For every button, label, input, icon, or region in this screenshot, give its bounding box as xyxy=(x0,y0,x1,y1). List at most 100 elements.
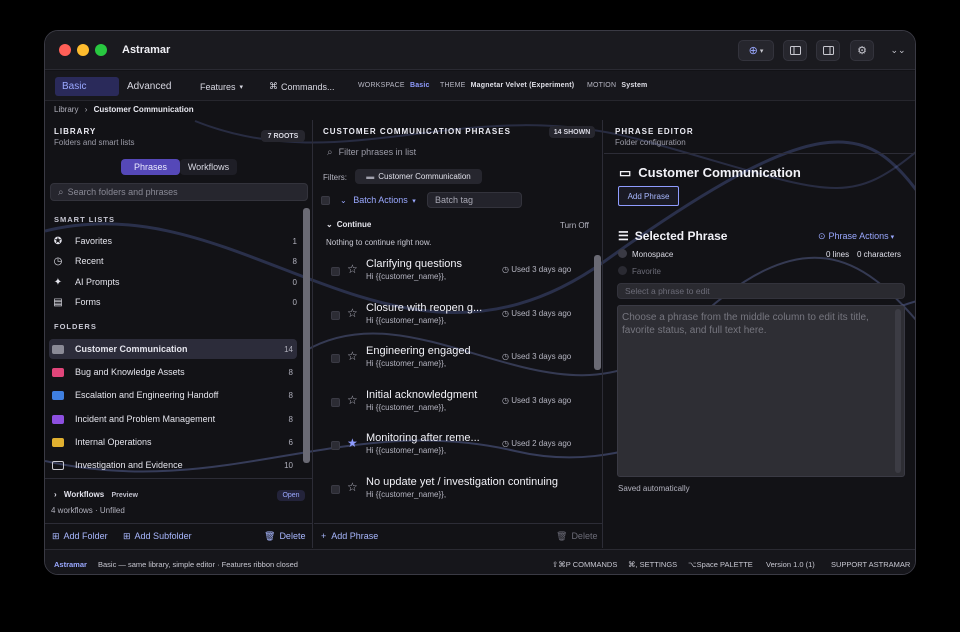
zoom-window-button[interactable] xyxy=(95,44,107,56)
smart-list-ai-prompts[interactable]: ✦ AI Prompts 0 xyxy=(45,272,297,292)
select-all-checkbox[interactable] xyxy=(321,196,330,205)
breadcrumb-root[interactable]: Library xyxy=(54,105,78,114)
add-folder-button[interactable]: ⊞ Add Folder xyxy=(52,531,108,542)
smart-list-recent[interactable]: ◷ Recent 8 xyxy=(45,251,297,271)
folder-item-internal-operations[interactable]: Internal Operations 6 xyxy=(45,432,293,452)
phrase-filter-field[interactable]: ⌕ Filter phrases in list xyxy=(320,143,594,161)
folder-icon xyxy=(52,414,64,424)
add-phrase-button[interactable]: + Add Phrase xyxy=(321,531,378,541)
toggle-inspector-button[interactable] xyxy=(816,40,840,61)
command-key-icon: ⌘ xyxy=(269,81,278,91)
add-folder-label: Add Folder xyxy=(63,531,108,541)
folder-item-incident[interactable]: Incident and Problem Management 8 xyxy=(45,409,293,429)
minimize-window-button[interactable] xyxy=(77,44,89,56)
footer-support[interactable]: SUPPORT ASTRAMAR xyxy=(831,560,910,569)
commands-button[interactable]: ⌘ Commands... xyxy=(262,77,342,96)
footer-commands[interactable]: ⇧⌘P COMMANDS xyxy=(552,560,617,569)
editor-add-phrase-button[interactable]: Add Phrase xyxy=(618,186,679,206)
delete-phrase-label: Delete xyxy=(571,531,598,541)
continue-label: Continue xyxy=(336,220,372,229)
folder-item-escalation[interactable]: Escalation and Engineering Handoff 8 xyxy=(45,385,293,405)
library-search-field[interactable]: ⌕ Search folders and phrases xyxy=(50,183,308,201)
star-outline-icon[interactable]: ☆ xyxy=(347,480,358,494)
workflows-disclosure[interactable]: › Workflows Preview xyxy=(54,490,138,499)
folder-heading: ▭ Customer Communication xyxy=(619,165,801,181)
clock-icon: ◷ xyxy=(502,352,512,361)
folder-item-investigation[interactable]: Investigation and Evidence 10 xyxy=(45,455,293,475)
workflows-open-button[interactable]: Open xyxy=(277,490,305,501)
features-label: Features xyxy=(200,81,236,92)
phrase-checkbox[interactable] xyxy=(331,354,340,363)
phrase-checkbox[interactable] xyxy=(331,311,340,320)
smart-list-count: 1 xyxy=(292,236,297,246)
star-outline-icon[interactable]: ☆ xyxy=(347,349,358,363)
phrase-actions-menu[interactable]: ⊙ Phrase Actions ▾ xyxy=(818,231,894,242)
editor-scrollbar[interactable] xyxy=(895,309,901,473)
toggle-sidebar-button[interactable] xyxy=(783,40,807,61)
phrase-list-scrollbar[interactable] xyxy=(594,255,601,370)
batch-actions-menu[interactable]: ⌄ Batch Actions ▾ xyxy=(340,195,416,205)
settings-button[interactable]: ⚙ xyxy=(850,40,874,61)
phrase-used-text: Used 2 days ago xyxy=(511,439,572,448)
turn-off-button[interactable]: Turn Off xyxy=(560,221,589,230)
folder-item-bug-knowledge[interactable]: Bug and Knowledge Assets 8 xyxy=(45,362,293,382)
smart-list-label: AI Prompts xyxy=(75,277,120,287)
phrase-checkbox[interactable] xyxy=(331,441,340,450)
folder-label: Customer Communication xyxy=(75,344,188,354)
filter-chip[interactable]: ▬ Customer Communication xyxy=(355,169,482,184)
phrase-used: ◷ Used 2 days ago xyxy=(502,439,571,448)
footer-settings[interactable]: ⌘, SETTINGS xyxy=(628,560,677,569)
phrase-row[interactable]: ☆ Engineering engaged Hi {{customer_name… xyxy=(314,337,584,380)
tab-basic[interactable]: Basic xyxy=(55,77,119,96)
add-subfolder-button[interactable]: ⊞ Add Subfolder xyxy=(123,531,192,542)
smart-list-favorites[interactable]: ✪ Favorites 1 xyxy=(45,231,297,251)
clock-icon: ◷ xyxy=(502,309,512,318)
favorite-label: Favorite xyxy=(632,267,661,276)
theme-meta: THEME Magnetar Velvet (Experiment) xyxy=(440,82,574,89)
close-window-button[interactable] xyxy=(59,44,71,56)
features-menu[interactable]: Features ▾ xyxy=(193,77,255,96)
folder-item-customer-communication[interactable]: Customer Communication 14 xyxy=(45,339,293,359)
folder-icon xyxy=(52,344,64,354)
smart-list-forms[interactable]: ▤ Forms 0 xyxy=(45,292,297,312)
phrase-row[interactable]: ★ Monitoring after reme... Hi {{customer… xyxy=(314,424,584,467)
add-phrase-label: Add Phrase xyxy=(331,531,379,541)
phrase-row[interactable]: ☆ Closure with reopen g... Hi {{customer… xyxy=(314,294,584,337)
continue-empty-text: Nothing to continue right now. xyxy=(326,238,432,247)
title-bar: Astramar ⊕ ▾ ⚙ ⌄⌄ xyxy=(45,31,915,70)
delete-folder-button[interactable]: 🗑 Delete xyxy=(264,531,305,542)
batch-tag-field[interactable]: Batch tag xyxy=(427,192,522,208)
phrase-title-field[interactable]: Select a phrase to edit xyxy=(617,283,905,299)
phrase-row[interactable]: ☆ Initial acknowledgment Hi {{customer_n… xyxy=(314,381,584,424)
phrase-checkbox[interactable] xyxy=(331,398,340,407)
star-outline-icon[interactable]: ☆ xyxy=(347,393,358,407)
chevron-down-icon: ▾ xyxy=(890,234,895,241)
clock-icon: ◷ xyxy=(502,439,512,448)
favorite-toggle[interactable] xyxy=(618,266,627,275)
folder-icon: ▬ xyxy=(366,172,375,181)
phrase-body-editor[interactable]: Choose a phrase from the middle column t… xyxy=(617,305,905,477)
workspace-label: WORKSPACE xyxy=(358,82,405,89)
footer-palette[interactable]: ⌥Space PALETTE xyxy=(688,560,753,569)
sidebar-scrollbar[interactable] xyxy=(303,208,310,463)
star-filled-icon[interactable]: ★ xyxy=(347,436,358,450)
continue-disclosure[interactable]: ⌄ Continue xyxy=(326,220,371,229)
more-menu-button[interactable]: ⌄⌄ xyxy=(885,40,911,61)
star-outline-icon[interactable]: ☆ xyxy=(347,306,358,320)
phrase-row[interactable]: ☆ No update yet / investigation continui… xyxy=(314,468,584,511)
library-title: LIBRARY xyxy=(54,127,97,136)
inspector-icon xyxy=(822,46,834,55)
footer-brand[interactable]: Astramar xyxy=(54,560,87,569)
phrase-checkbox[interactable] xyxy=(331,267,340,276)
account-menu-button[interactable]: ⊕ ▾ xyxy=(738,40,774,61)
monospace-toggle[interactable] xyxy=(618,249,627,258)
folder-count: 8 xyxy=(288,414,293,424)
tab-advanced[interactable]: Advanced xyxy=(120,77,188,96)
delete-phrase-button[interactable]: 🗑 Delete xyxy=(556,531,597,542)
phrase-row[interactable]: ☆ Clarifying questions Hi {{customer_nam… xyxy=(314,250,584,293)
segment-phrases[interactable]: Phrases xyxy=(121,159,180,175)
segment-workflows[interactable]: Workflows xyxy=(180,159,237,175)
divider xyxy=(604,153,915,154)
phrase-checkbox[interactable] xyxy=(331,485,340,494)
star-outline-icon[interactable]: ☆ xyxy=(347,262,358,276)
